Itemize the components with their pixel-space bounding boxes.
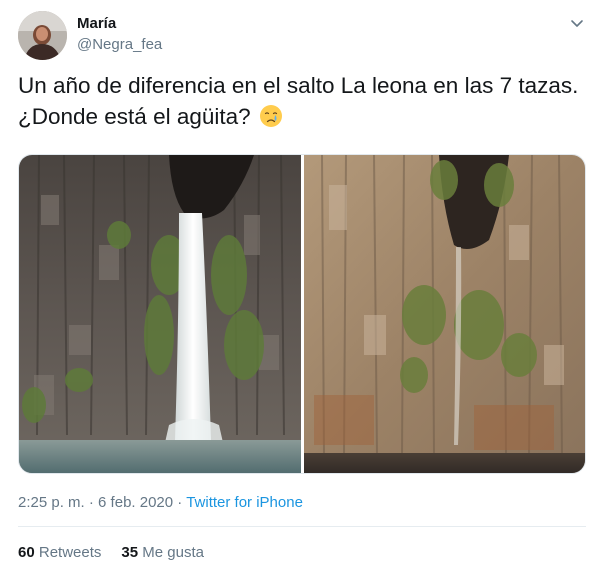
tweet-time[interactable]: 2:25 p. m. — [18, 494, 85, 511]
meta-separator-2: · — [173, 494, 187, 511]
tweet-media[interactable] — [18, 154, 586, 474]
photo-waterfall-dry[interactable] — [304, 155, 586, 474]
tweet-card: María @Negra_fea Un año de diferencia en… — [0, 0, 600, 576]
tweet-stats: 60 Retweets 35 Me gusta — [18, 544, 204, 561]
retweets-label: Retweets — [38, 544, 102, 561]
meta-separator: · — [84, 494, 99, 511]
tweet-date[interactable]: 6 feb. 2020 — [98, 494, 173, 511]
chevron-down-icon[interactable] — [568, 14, 586, 32]
tweet-text: Un año de diferencia en el salto La leon… — [18, 70, 588, 132]
avatar[interactable] — [18, 11, 67, 60]
tweet-timestamp: 2:25 p. m. · 6 feb. 2020 · Twitter for i… — [18, 494, 303, 511]
tweet-text-line-1: Un año de diferencia en el salto La leon… — [18, 73, 579, 98]
likes-count: 35 — [121, 544, 139, 561]
photo-waterfall-full[interactable] — [19, 155, 301, 474]
retweets-stat[interactable]: 60 Retweets — [18, 544, 101, 561]
tweet-source-link[interactable]: Twitter for iPhone — [186, 494, 303, 511]
retweets-count: 60 — [18, 544, 35, 561]
divider — [18, 526, 586, 527]
user-name[interactable]: María — [77, 15, 116, 32]
likes-stat[interactable]: 35 Me gusta — [121, 544, 204, 561]
user-handle[interactable]: @Negra_fea — [77, 36, 162, 53]
tweet-text-line-2: ¿Donde está el agüita? — [18, 104, 251, 129]
avatar-image — [18, 11, 67, 60]
crying-face-emoji-icon — [259, 105, 282, 127]
likes-label: Me gusta — [142, 544, 204, 561]
